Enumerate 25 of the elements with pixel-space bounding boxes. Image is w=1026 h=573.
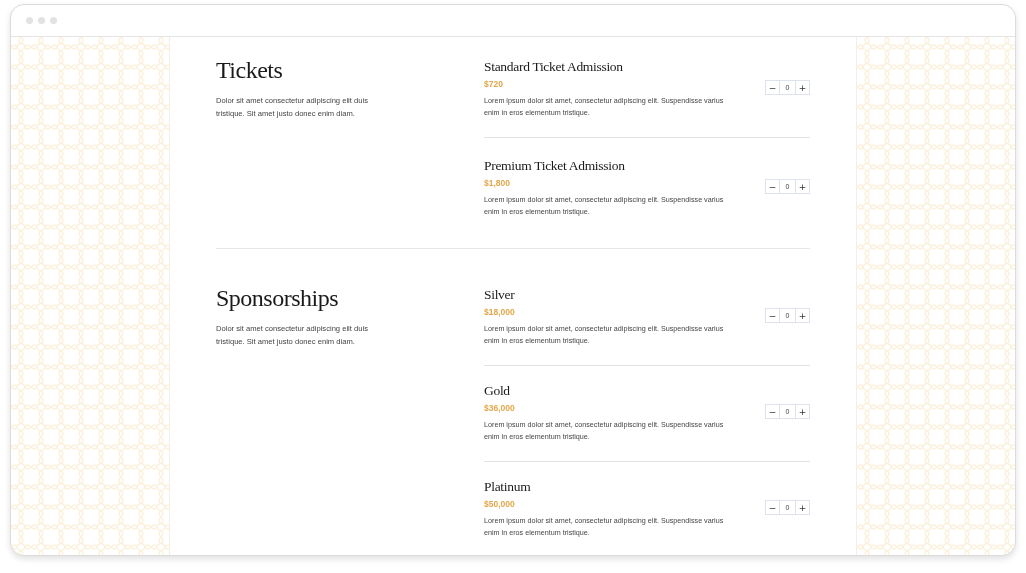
decrease-button[interactable]: − [765, 80, 780, 95]
increase-button[interactable]: + [795, 308, 810, 323]
item-name: Standard Ticket Admission [484, 59, 624, 75]
window-dot-icon [38, 17, 45, 24]
item-price: $36,000 [484, 403, 516, 413]
decrease-button[interactable]: − [765, 404, 780, 419]
decrease-button[interactable]: − [765, 308, 780, 323]
window-dot-icon [26, 17, 33, 24]
decrease-button[interactable]: − [765, 179, 780, 194]
item-price: $50,000 [484, 499, 516, 509]
item-price: $18,000 [484, 307, 516, 317]
window-dot-icon [50, 17, 57, 24]
item-price: $1,800 [484, 178, 511, 188]
item-name: Silver [484, 287, 516, 303]
item-price: $720 [484, 79, 504, 89]
increase-button[interactable]: + [795, 500, 810, 515]
item-name: Premium Ticket Admission [484, 158, 626, 174]
section-title: Sponsorships [216, 285, 340, 312]
item-name: Gold [484, 383, 511, 399]
increase-button[interactable]: + [795, 80, 810, 95]
increase-button[interactable]: + [795, 404, 810, 419]
increase-button[interactable]: + [795, 179, 810, 194]
item-name: Platinum [484, 479, 532, 495]
decrease-button[interactable]: − [765, 500, 780, 515]
section-title: Tickets [216, 57, 284, 84]
